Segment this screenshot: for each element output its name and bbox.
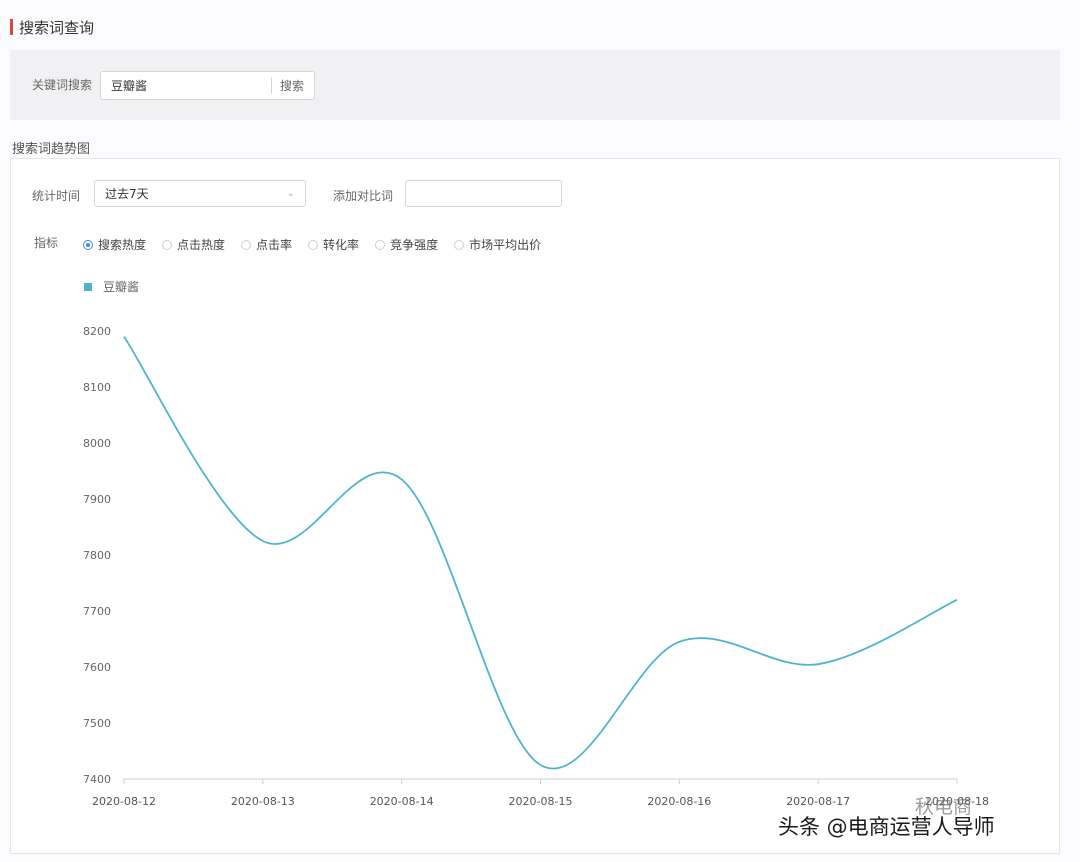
x-tick-label: 2020-08-12 [92,795,156,808]
series-line-douban [123,336,958,770]
y-tick-label: 7400 [83,773,111,786]
x-tick-label: 2020-08-14 [370,795,434,808]
y-tick-label: 7900 [83,493,111,506]
y-tick-label: 8200 [83,325,111,338]
y-tick-label: 7600 [83,661,111,674]
x-tick-label: 2020-08-16 [647,795,711,808]
y-tick-label: 7800 [83,549,111,562]
x-tick-label: 2020-08-17 [786,795,850,808]
trend-line-chart: 7400 7500 7600 7700 7800 7900 8000 8100 8200 2020… [83,325,989,808]
y-tick-label: 7500 [83,717,111,730]
y-tick-label: 7700 [83,605,111,618]
y-tick-label: 8000 [83,437,111,450]
x-tick-label: 2020-08-15 [509,795,573,808]
x-tick-label: 2020-08-13 [231,795,295,808]
y-tick-label: 8100 [83,381,111,394]
watermark-text: 头条 @电商运营人导师 [778,815,995,839]
